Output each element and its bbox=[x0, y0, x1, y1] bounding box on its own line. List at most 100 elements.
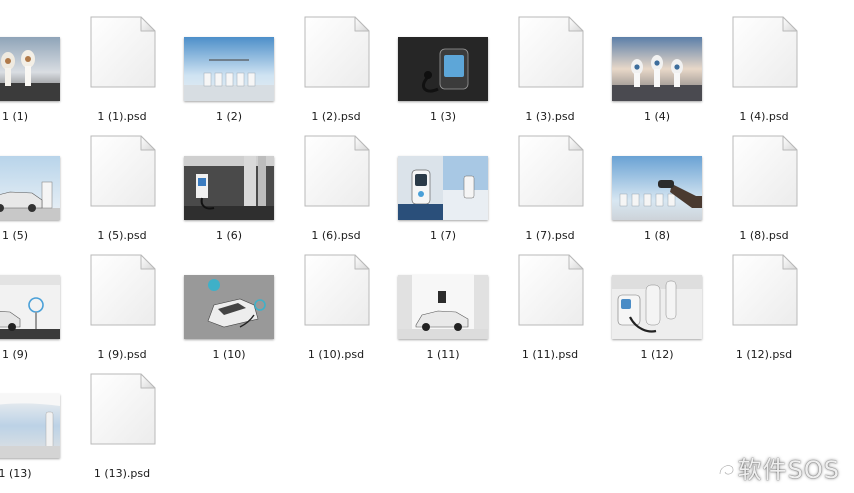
file-thumbnail bbox=[390, 9, 497, 106]
photo-thumbnail bbox=[397, 156, 488, 220]
file-item-image[interactable]: 1 (6) bbox=[176, 128, 283, 247]
thumbnail-image-towers-sky bbox=[0, 37, 60, 101]
file-grid: 1 (1) 1 (1).psd 1 (2) 1 (2).psd 1 (3) 1 … bbox=[0, 0, 854, 493]
file-thumbnail bbox=[497, 247, 604, 344]
file-item-image[interactable]: 1 (7) bbox=[390, 128, 497, 247]
file-name-label: 1 (3).psd bbox=[525, 110, 575, 123]
swirl-logo-icon bbox=[718, 458, 734, 476]
blank-document-icon bbox=[518, 254, 583, 326]
file-item-psd[interactable]: 1 (3).psd bbox=[497, 9, 604, 128]
blank-document-icon bbox=[732, 16, 797, 88]
thumbnail-image-car-top bbox=[183, 275, 274, 339]
file-name-label: 1 (12) bbox=[640, 348, 674, 361]
file-name-label: 1 (7).psd bbox=[525, 229, 575, 242]
file-item-psd[interactable]: 1 (1).psd bbox=[69, 9, 176, 128]
document-icon-wrap bbox=[517, 253, 585, 331]
thumbnail-image-plugs-closeup bbox=[611, 275, 702, 339]
document-icon-wrap bbox=[89, 253, 157, 331]
thumbnail-image-dark-charger bbox=[397, 37, 488, 101]
blank-document-icon bbox=[304, 135, 369, 207]
document-icon-wrap bbox=[303, 15, 371, 93]
file-item-psd[interactable]: 1 (10).psd bbox=[283, 247, 390, 366]
file-item-psd[interactable]: 1 (6).psd bbox=[283, 128, 390, 247]
document-icon-wrap bbox=[303, 253, 371, 331]
file-thumbnail bbox=[283, 128, 390, 225]
file-item-image[interactable]: 1 (8) bbox=[604, 128, 711, 247]
file-thumbnail bbox=[176, 128, 283, 225]
file-name-label: 1 (11).psd bbox=[521, 348, 579, 361]
file-thumbnail bbox=[390, 128, 497, 225]
file-item-psd[interactable]: 1 (11).psd bbox=[497, 247, 604, 366]
file-item-psd[interactable]: 1 (7).psd bbox=[497, 128, 604, 247]
file-item-image[interactable]: 1 (5) bbox=[0, 128, 69, 247]
photo-thumbnail bbox=[611, 37, 702, 101]
thumbnail-image-car-station bbox=[0, 156, 60, 220]
file-item-psd[interactable]: 1 (13).psd bbox=[69, 366, 176, 485]
document-icon-wrap bbox=[517, 15, 585, 93]
file-name-label: 1 (5).psd bbox=[97, 229, 147, 242]
file-item-psd[interactable]: 1 (9).psd bbox=[69, 247, 176, 366]
photo-thumbnail bbox=[183, 37, 274, 101]
file-name-label: 1 (9) bbox=[1, 348, 29, 361]
thumbnail-image-panels bbox=[397, 156, 488, 220]
file-name-label: 1 (5) bbox=[1, 229, 29, 242]
file-thumbnail bbox=[283, 9, 390, 106]
file-name-label: 1 (10).psd bbox=[307, 348, 365, 361]
file-name-label: 1 (13).psd bbox=[93, 467, 151, 480]
blank-document-icon bbox=[90, 254, 155, 326]
document-icon-wrap bbox=[731, 253, 799, 331]
photo-thumbnail bbox=[183, 156, 274, 220]
file-item-image[interactable]: 1 (11) bbox=[390, 247, 497, 366]
thumbnail-image-garage bbox=[183, 156, 274, 220]
file-item-image[interactable]: 1 (1) bbox=[0, 9, 69, 128]
file-thumbnail bbox=[0, 9, 69, 106]
file-thumbnail bbox=[711, 9, 818, 106]
file-thumbnail bbox=[711, 247, 818, 344]
file-item-image[interactable]: 1 (4) bbox=[604, 9, 711, 128]
photo-thumbnail bbox=[611, 156, 702, 220]
file-name-label: 1 (13) bbox=[0, 467, 32, 480]
thumbnail-image-canopy bbox=[0, 394, 60, 458]
blank-document-icon bbox=[518, 16, 583, 88]
blank-document-icon bbox=[304, 254, 369, 326]
file-name-label: 1 (6).psd bbox=[311, 229, 361, 242]
file-item-image[interactable]: 1 (10) bbox=[176, 247, 283, 366]
file-name-label: 1 (1).psd bbox=[97, 110, 147, 123]
file-thumbnail bbox=[390, 247, 497, 344]
document-icon-wrap bbox=[517, 134, 585, 212]
file-item-psd[interactable]: 1 (8).psd bbox=[711, 128, 818, 247]
file-name-label: 1 (1) bbox=[1, 110, 29, 123]
file-item-image[interactable]: 1 (9) bbox=[0, 247, 69, 366]
photo-thumbnail bbox=[0, 275, 60, 339]
file-name-label: 1 (6) bbox=[215, 229, 243, 242]
file-item-psd[interactable]: 1 (12).psd bbox=[711, 247, 818, 366]
file-item-image[interactable]: 1 (2) bbox=[176, 9, 283, 128]
file-thumbnail bbox=[69, 366, 176, 463]
file-name-label: 1 (12).psd bbox=[735, 348, 793, 361]
file-thumbnail bbox=[711, 128, 818, 225]
file-item-image[interactable]: 1 (3) bbox=[390, 9, 497, 128]
blank-document-icon bbox=[90, 16, 155, 88]
file-thumbnail bbox=[0, 128, 69, 225]
blank-document-icon bbox=[732, 135, 797, 207]
file-item-psd[interactable]: 1 (2).psd bbox=[283, 9, 390, 128]
file-thumbnail bbox=[604, 247, 711, 344]
file-name-label: 1 (8).psd bbox=[739, 229, 789, 242]
file-item-image[interactable]: 1 (12) bbox=[604, 247, 711, 366]
thumbnail-image-hand-plug bbox=[611, 156, 702, 220]
file-thumbnail bbox=[176, 247, 283, 344]
photo-thumbnail bbox=[0, 156, 60, 220]
file-thumbnail bbox=[0, 366, 69, 463]
watermark-text: 软件SOS bbox=[737, 456, 840, 484]
file-item-image[interactable]: 1 (13) bbox=[0, 366, 69, 485]
blank-document-icon bbox=[304, 16, 369, 88]
photo-thumbnail bbox=[397, 37, 488, 101]
blank-document-icon bbox=[90, 135, 155, 207]
file-item-psd[interactable]: 1 (5).psd bbox=[69, 128, 176, 247]
file-thumbnail bbox=[497, 128, 604, 225]
file-item-psd[interactable]: 1 (4).psd bbox=[711, 9, 818, 128]
thumbnail-image-car-hall bbox=[397, 275, 488, 339]
file-thumbnail bbox=[604, 128, 711, 225]
file-name-label: 1 (2).psd bbox=[311, 110, 361, 123]
document-icon-wrap bbox=[89, 134, 157, 212]
